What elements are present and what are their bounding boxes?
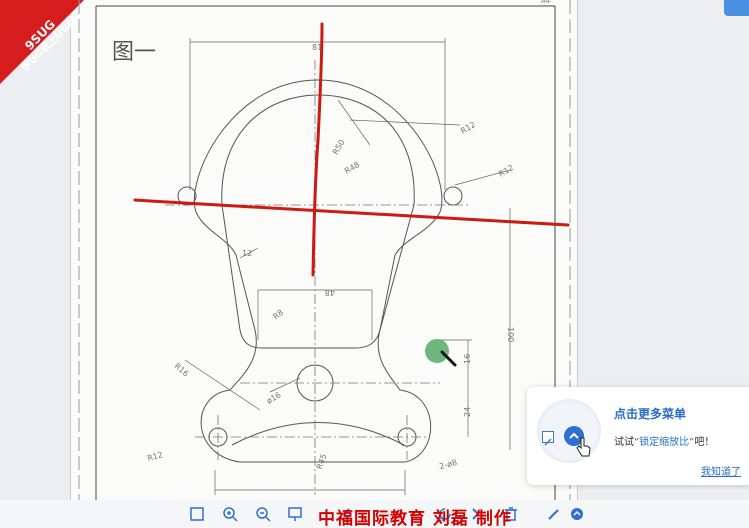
- dim-r50: R50: [331, 138, 347, 156]
- dim-phi8: 2-ø8: [438, 458, 458, 471]
- dim-48: 48: [325, 288, 335, 297]
- presentation-icon[interactable]: [286, 505, 304, 523]
- bottom-arc: [231, 422, 405, 446]
- dim-16: 16: [463, 354, 472, 364]
- pointer-highlight: [425, 339, 449, 363]
- watermark-text: 中福国际教育 刘磊 制作: [318, 509, 512, 528]
- tips-hint-prefix: 试试: [614, 437, 634, 448]
- dim-100: 100: [506, 327, 515, 342]
- dim-r16: R16: [173, 361, 191, 378]
- dim-r12-right: R12: [497, 163, 515, 179]
- dim-24: 24: [463, 407, 472, 417]
- right-hole: [443, 186, 463, 206]
- dim-r8: R8: [271, 308, 285, 322]
- zoom-in-icon[interactable]: [221, 505, 239, 523]
- edit-pen-icon[interactable]: [545, 505, 563, 523]
- edit-icon[interactable]: [542, 431, 554, 446]
- tips-hint-suffix: 吧！: [694, 437, 715, 448]
- side-panel-tab[interactable]: [724, 0, 749, 16]
- annotation-vertical: [311, 22, 324, 277]
- tips-hint-highlight: “锁定缩放比”: [634, 437, 695, 448]
- fit-page-icon[interactable]: [188, 505, 206, 523]
- tips-title: 点击更多菜单: [614, 407, 687, 421]
- dim-r12-top: R12: [459, 120, 477, 136]
- dim-r12-bottom: R12: [146, 450, 164, 463]
- dim-phi16: ø16: [265, 390, 283, 405]
- hand-cursor-icon: [576, 437, 591, 457]
- dismiss-link[interactable]: 我知道了: [701, 463, 741, 478]
- annotation-horizontal: [133, 198, 570, 227]
- tips-popup: 点击更多菜单 试试“锁定缩放比”吧！ 我知道了: [527, 387, 749, 485]
- dim-r48: R48: [343, 160, 361, 176]
- engineering-drawing: 81 R50 R48 R12 R12 12 48 R8 100 16 24 R1…: [78, 0, 571, 500]
- tips-hint: 试试“锁定缩放比”吧！: [614, 433, 714, 448]
- more-icon[interactable]: [568, 505, 586, 523]
- dim-12: 12: [242, 249, 252, 258]
- zoom-out-icon[interactable]: [254, 505, 272, 523]
- annotation-strokes: [133, 22, 570, 277]
